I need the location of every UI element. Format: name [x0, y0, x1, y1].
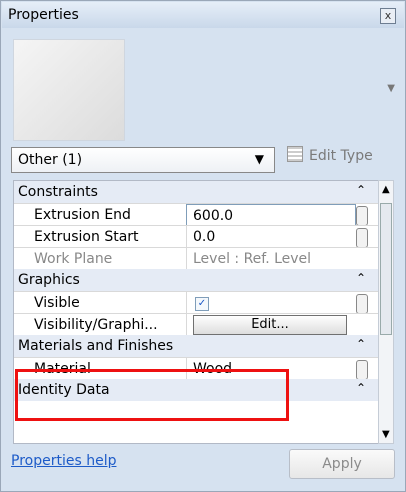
extrusion-start-input[interactable]: 0.0: [186, 226, 369, 247]
property-value: 600.0: [193, 208, 234, 224]
close-icon[interactable]: x: [380, 8, 396, 24]
property-row-visibility-graphics: Visibility/Graphi... Edit...: [14, 313, 378, 336]
property-name: Visibility/Graphi...: [34, 317, 158, 333]
scroll-up-icon[interactable]: ▲: [382, 184, 390, 195]
edit-type-button[interactable]: Edit Type: [287, 146, 373, 164]
properties-scrollbar[interactable]: ▲ ▼: [378, 180, 394, 444]
extrusion-end-input[interactable]: 600.0: [186, 204, 356, 226]
type-preview-image: [13, 39, 125, 141]
apply-button[interactable]: Apply: [289, 449, 395, 479]
edit-type-label: Edit Type: [309, 148, 373, 164]
group-label: Materials and Finishes: [18, 338, 174, 354]
property-name: Visible: [34, 295, 80, 311]
chevron-down-icon[interactable]: ▼: [387, 83, 395, 94]
extrusion-start-stepper[interactable]: [356, 228, 368, 248]
visibility-value: Edit...: [186, 314, 369, 335]
group-materials-and-finishes[interactable]: Materials and Finishes ⌃: [14, 335, 378, 357]
extrusion-end-stepper[interactable]: [356, 206, 368, 226]
collapse-icon: ⌃: [355, 271, 366, 285]
work-plane-value: Level : Ref. Level: [186, 248, 369, 269]
collapse-icon: ⌃: [355, 183, 366, 197]
collapse-icon: ⌃: [355, 337, 366, 351]
properties-help-link[interactable]: Properties help: [11, 453, 116, 469]
group-graphics[interactable]: Graphics ⌃: [14, 269, 378, 291]
properties-panel: Properties x ▼ Other (1) ▼ Edit Type Con…: [0, 0, 406, 492]
visible-stepper[interactable]: [356, 294, 368, 314]
collapse-icon: ⌃: [355, 381, 366, 395]
property-value: 0.0: [193, 229, 216, 245]
material-browse-button[interactable]: [356, 360, 368, 380]
highlight-box: [15, 369, 289, 421]
group-label: Graphics: [18, 272, 80, 288]
visible-value: ✓: [186, 292, 369, 313]
scroll-down-icon[interactable]: ▼: [382, 429, 390, 440]
group-label: Constraints: [18, 184, 98, 200]
property-value: Level : Ref. Level: [193, 251, 312, 267]
property-row-work-plane: Work Plane Level : Ref. Level: [14, 247, 378, 270]
property-name: Extrusion End: [34, 207, 131, 223]
property-row-extrusion-end: Extrusion End 600.0: [14, 203, 378, 226]
property-name: Work Plane: [34, 251, 113, 267]
group-constraints[interactable]: Constraints ⌃: [14, 181, 378, 203]
visibility-edit-button[interactable]: Edit...: [193, 315, 347, 335]
panel-title: Properties: [8, 7, 79, 23]
title-bar: Properties x: [2, 2, 404, 28]
type-selector[interactable]: Other (1) ▼: [11, 147, 275, 173]
chevron-down-icon: ▼: [254, 152, 264, 166]
edit-type-icon: [287, 146, 303, 162]
property-row-extrusion-start: Extrusion Start 0.0: [14, 225, 378, 248]
visible-checkbox[interactable]: ✓: [195, 297, 209, 311]
property-row-visible: Visible ✓: [14, 291, 378, 314]
type-selector-label: Other (1): [18, 152, 83, 168]
property-name: Extrusion Start: [34, 229, 139, 245]
scroll-thumb[interactable]: [380, 203, 392, 335]
